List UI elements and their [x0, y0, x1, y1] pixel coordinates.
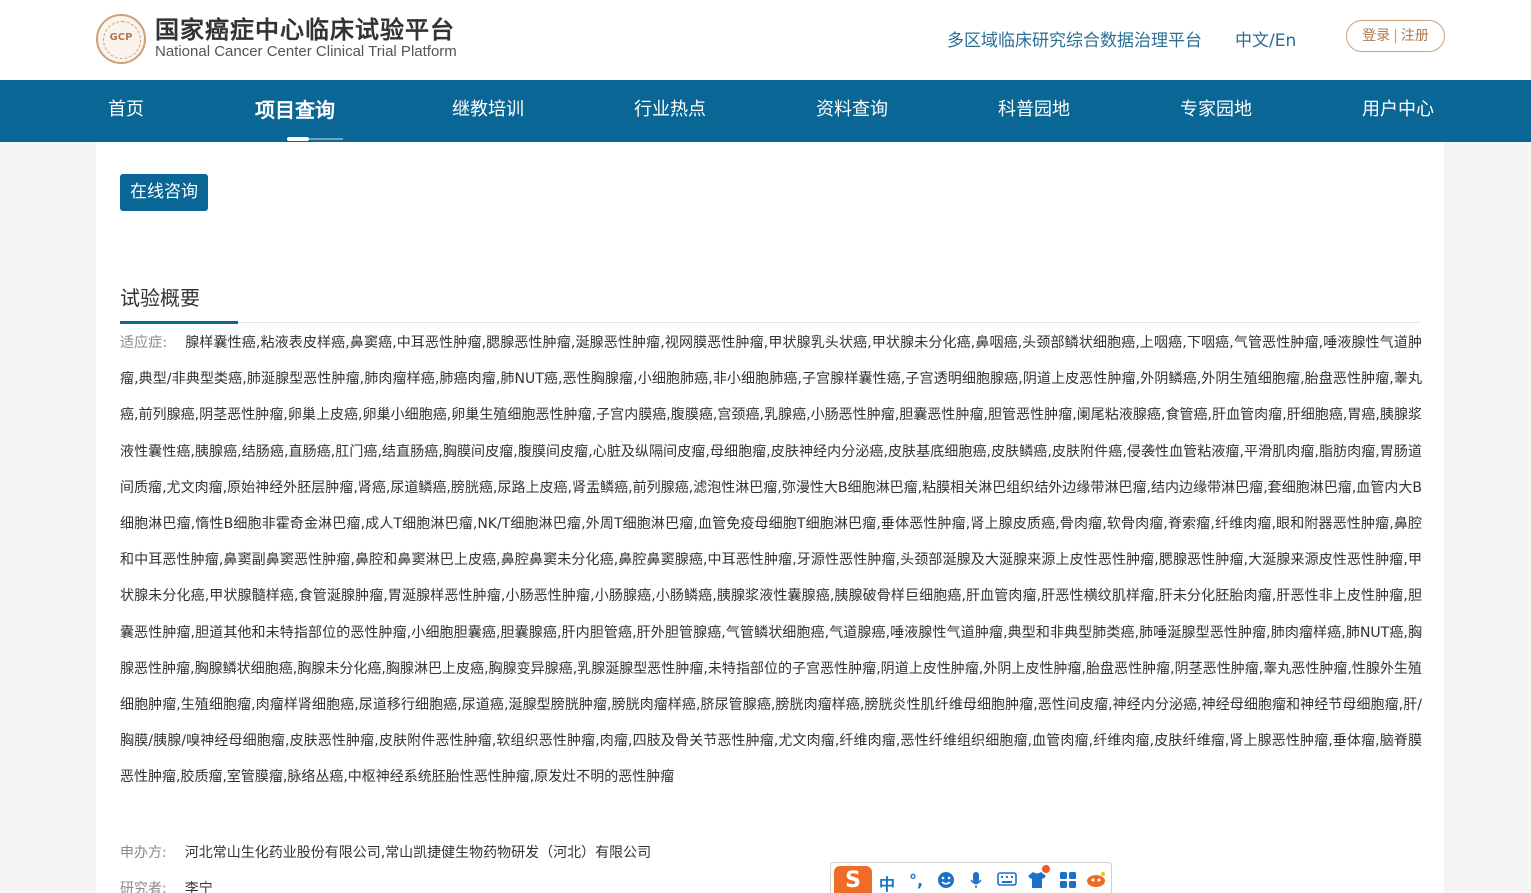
nav-expert-garden[interactable]: 专家园地 — [1180, 80, 1252, 142]
language-toggle[interactable]: 中文/En — [1235, 26, 1296, 51]
emoji-icon[interactable] — [937, 871, 955, 889]
main-content: 在线咨询 试验概要 适应症: 腺样囊性癌,粘液表皮样癌,鼻窦癌,中耳恶性肿瘤,腮腺… — [96, 142, 1444, 893]
ime-mode-toggle[interactable]: 中 — [879, 871, 895, 893]
indications-value: 腺样囊性癌,粘液表皮样癌,鼻窦癌,中耳恶性肿瘤,腮腺恶性肿瘤,涎腺恶性肿瘤,视网… — [120, 335, 1422, 786]
investigator-value: 李宁 — [184, 881, 213, 893]
sponsor-value: 河北常山生化药业股份有限公司,常山凯捷健生物药物研发（河北）有限公司 — [184, 845, 652, 861]
active-nav-indicator — [287, 137, 343, 141]
nav-home[interactable]: 首页 — [108, 80, 144, 142]
tools-icon[interactable] — [1085, 871, 1107, 889]
section-divider-accent — [120, 321, 238, 324]
login-link[interactable]: 登录 — [1362, 28, 1390, 44]
data-governance-platform-link[interactable]: 多区域临床研究综合数据治理平台 — [947, 26, 1202, 51]
main-nav: 首页 项目查询 继教培训 行业热点 资料查询 科普园地 专家园地 用户中心 — [0, 80, 1531, 142]
nav-industry-news[interactable]: 行业热点 — [634, 80, 706, 142]
investigator-row: 研究者: 李宁 — [120, 878, 213, 893]
site-header: GCP 国家癌症中心临床试验平台 National Cancer Center … — [0, 0, 1531, 80]
nav-continuing-education[interactable]: 继教培训 — [452, 80, 524, 142]
nav-project-query[interactable]: 项目查询 — [255, 80, 335, 142]
auth-separator: | — [1393, 28, 1398, 44]
section-divider — [120, 322, 1420, 323]
section-title: 试验概要 — [120, 286, 200, 310]
register-link[interactable]: 注册 — [1401, 28, 1429, 44]
nav-user-center[interactable]: 用户中心 — [1362, 80, 1434, 142]
mic-icon[interactable] — [969, 871, 983, 889]
site-title[interactable]: 国家癌症中心临床试验平台 — [155, 10, 455, 45]
keyboard-icon[interactable] — [997, 871, 1017, 887]
skin-icon[interactable] — [1027, 871, 1047, 889]
login-register-button[interactable]: 登录 | 注册 — [1346, 20, 1445, 52]
logo-text: GCP — [109, 32, 133, 43]
site-subtitle: National Cancer Center Clinical Trial Pl… — [155, 43, 457, 60]
gcp-logo[interactable]: GCP — [96, 14, 146, 64]
indications-label: 适应症: — [120, 335, 168, 351]
ime-notification-dot — [1042, 865, 1050, 873]
nav-science-garden[interactable]: 科普园地 — [998, 80, 1070, 142]
ime-punct-toggle[interactable]: °, — [909, 871, 923, 890]
apps-icon[interactable] — [1059, 871, 1077, 889]
sponsor-row: 申办方: 河北常山生化药业股份有限公司,常山凯捷健生物药物研发（河北）有限公司 — [120, 842, 651, 862]
ime-toolbar: S 中 °, — [830, 862, 1112, 893]
sponsor-label: 申办方: — [120, 845, 167, 861]
investigator-label: 研究者: — [120, 881, 167, 893]
indications-block: 适应症: 腺样囊性癌,粘液表皮样癌,鼻窦癌,中耳恶性肿瘤,腮腺恶性肿瘤,涎腺恶性肿… — [120, 325, 1422, 796]
nav-document-query[interactable]: 资料查询 — [816, 80, 888, 142]
online-consult-button[interactable]: 在线咨询 — [120, 174, 208, 211]
ime-logo-icon[interactable]: S — [834, 866, 872, 893]
